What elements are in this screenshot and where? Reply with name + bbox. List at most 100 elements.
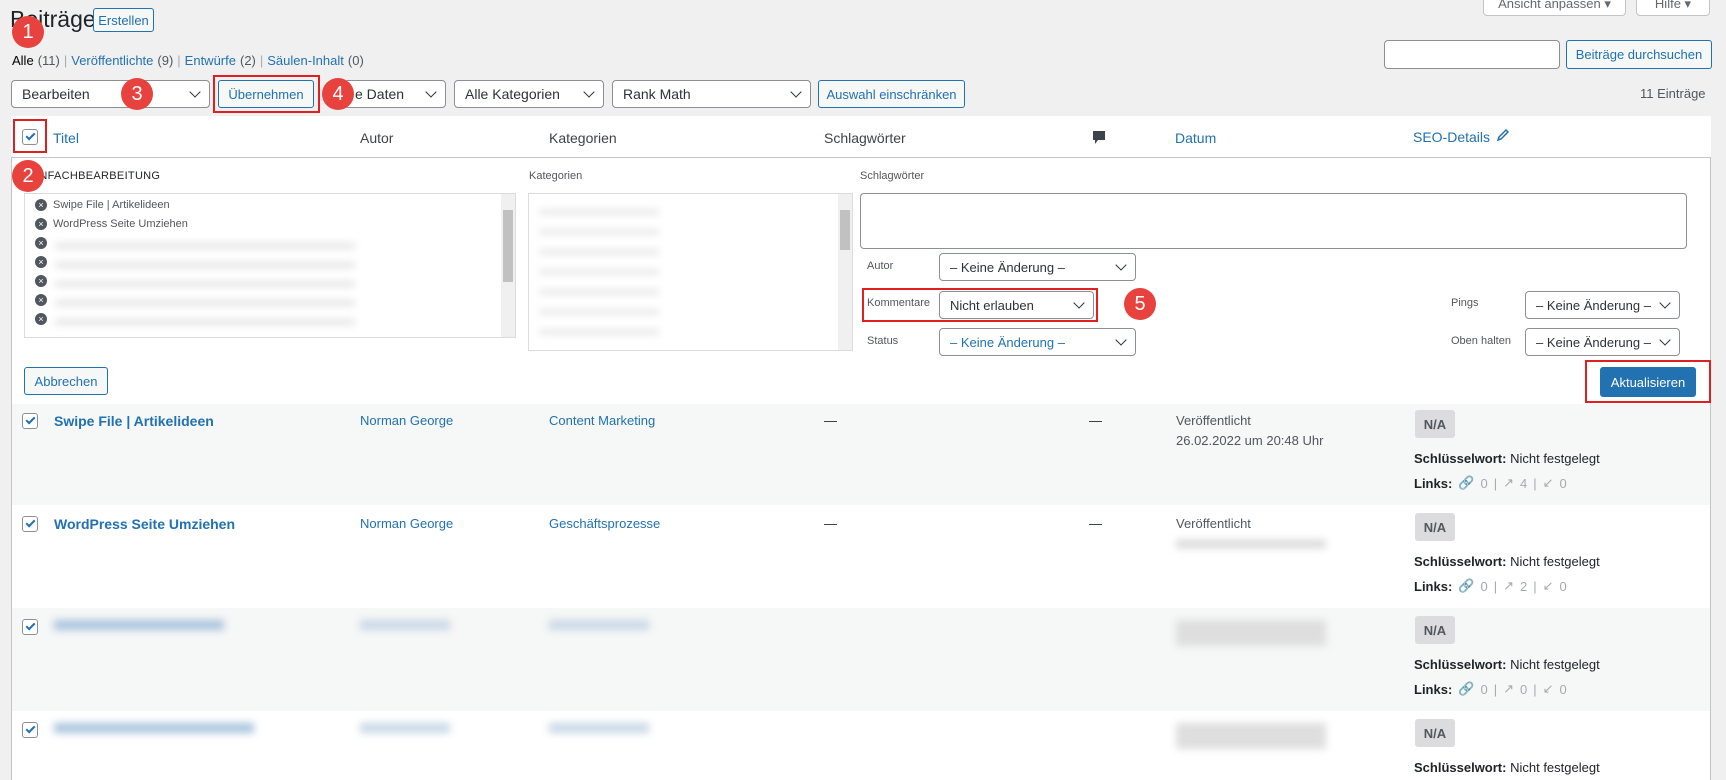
row-tags: — xyxy=(824,516,837,531)
row-status: Veröffentlicht xyxy=(1176,516,1251,531)
column-seo-details[interactable]: SEO-Details xyxy=(1413,128,1510,145)
remove-icon[interactable]: × xyxy=(35,237,47,249)
date-filter-value: e Daten xyxy=(355,86,405,102)
bulk-edit-post-list[interactable]: × Swipe File | Artikelideen × WordPress … xyxy=(24,193,516,338)
row-checkbox[interactable] xyxy=(22,619,38,635)
screen-options-button[interactable]: Ansicht anpassen ▾ xyxy=(1483,0,1626,16)
bulk-action-select[interactable]: Bearbeiten xyxy=(11,80,210,108)
internal-links-count: 0 xyxy=(1480,475,1488,491)
remove-icon[interactable]: × xyxy=(35,294,47,306)
search-posts-button[interactable]: Beiträge durchsuchen xyxy=(1566,40,1712,69)
bulk-tags-input[interactable] xyxy=(860,193,1687,249)
create-post-button[interactable]: Erstellen xyxy=(93,8,154,32)
blurred-date xyxy=(1176,540,1326,548)
row-status: Veröffentlicht xyxy=(1176,413,1251,428)
bulk-post-item: WordPress Seite Umziehen xyxy=(53,218,188,230)
row-title[interactable]: Swipe File | Artikelideen xyxy=(54,413,214,429)
chevron-down-icon xyxy=(425,86,437,98)
row-author[interactable]: Norman George xyxy=(360,413,453,428)
chevron-down-icon xyxy=(1659,334,1671,346)
date-filter-select[interactable]: e Daten xyxy=(344,80,446,108)
bulk-tags-label: Schlagwörter xyxy=(860,170,925,182)
filter-all[interactable]: Alle xyxy=(12,53,34,68)
bulk-author-select[interactable]: – Keine Änderung – xyxy=(939,253,1136,281)
row-category[interactable]: Geschäftsprozesse xyxy=(549,516,660,531)
keyword-value: Nicht festgelegt xyxy=(1510,657,1600,672)
comment-bubble-icon[interactable] xyxy=(1092,130,1106,149)
row-author[interactable]: Norman George xyxy=(360,516,453,531)
row-checkbox[interactable] xyxy=(22,722,38,738)
filter-published-count: (9) xyxy=(157,53,174,68)
keyword-value: Nicht festgelegt xyxy=(1510,451,1600,466)
row-checkbox[interactable] xyxy=(22,413,38,429)
filter-drafts[interactable]: Entwürfe xyxy=(185,53,236,68)
seo-filter-select[interactable]: Rank Math xyxy=(612,80,811,108)
cancel-button[interactable]: Abbrechen xyxy=(24,367,108,395)
filter-button[interactable]: Auswahl einschränken xyxy=(818,80,965,108)
row-keyword: Schlüsselwort: Nicht festgelegt xyxy=(1414,657,1600,672)
seo-filter-value: Rank Math xyxy=(623,86,691,102)
annotation-badge-5: 5 xyxy=(1124,288,1156,320)
filter-all-count: (11) xyxy=(37,53,60,68)
remove-icon[interactable]: × xyxy=(35,275,47,287)
chevron-down-icon xyxy=(1115,334,1127,346)
blurred-row-content xyxy=(54,723,254,733)
row-title[interactable]: WordPress Seite Umziehen xyxy=(54,516,235,532)
filter-published[interactable]: Veröffentlichte xyxy=(71,53,153,68)
bulk-post-item: Swipe File | Artikelideen xyxy=(53,199,170,211)
row-keyword: Schlüsselwort: Nicht festgelegt xyxy=(1414,451,1600,466)
links-label: Links: xyxy=(1414,681,1453,697)
annotation-badge-4: 4 xyxy=(322,78,354,110)
external-link-icon: ↗ xyxy=(1503,681,1515,696)
column-title[interactable]: Titel xyxy=(53,130,79,146)
scrollbar[interactable] xyxy=(838,194,852,350)
links-label: Links: xyxy=(1414,475,1453,491)
row-comments: — xyxy=(1089,413,1102,428)
annotation-badge-3: 3 xyxy=(121,78,153,110)
column-tags: Schlagwörter xyxy=(824,130,906,146)
column-date[interactable]: Datum xyxy=(1175,130,1216,146)
remove-icon[interactable]: × xyxy=(35,218,47,230)
checkmark-icon xyxy=(25,414,35,425)
bulk-author-label: Autor xyxy=(867,260,894,272)
blurred-row-content xyxy=(360,620,450,630)
item-count: 11 Einträge xyxy=(1640,86,1706,101)
keyword-label: Schlüsselwort: xyxy=(1414,657,1507,672)
blurred-row-content xyxy=(549,723,649,733)
bulk-edit-heading: INFACHBEARBEITUNG xyxy=(36,170,161,182)
remove-icon[interactable]: × xyxy=(35,313,47,325)
row-keyword: Schlüsselwort: Nicht festgelegt xyxy=(1414,760,1600,775)
bulk-categories-list[interactable] xyxy=(528,193,853,351)
row-category[interactable]: Content Marketing xyxy=(549,413,655,428)
scrollbar[interactable] xyxy=(501,194,515,337)
search-input[interactable] xyxy=(1384,40,1560,69)
external-links-count: 4 xyxy=(1520,475,1528,491)
bulk-pings-label: Pings xyxy=(1451,297,1479,309)
blurred-category-list xyxy=(539,202,659,342)
row-checkbox[interactable] xyxy=(22,516,38,532)
category-filter-select[interactable]: Alle Kategorien xyxy=(454,80,604,108)
apply-highlight-box xyxy=(213,75,320,113)
bulk-author-value: – Keine Änderung – xyxy=(950,259,1065,275)
remove-icon[interactable]: × xyxy=(35,256,47,268)
pencil-icon[interactable] xyxy=(1496,128,1510,145)
bulk-pings-select[interactable]: – Keine Änderung – xyxy=(1525,291,1680,319)
blurred-post-list xyxy=(55,238,355,333)
bulk-sticky-select[interactable]: – Keine Änderung – xyxy=(1525,328,1680,356)
seo-score-badge: N/A xyxy=(1415,616,1455,644)
blurred-row-content xyxy=(1176,620,1326,646)
internal-link-icon: 🔗 xyxy=(1458,578,1475,593)
chevron-down-icon xyxy=(790,86,802,98)
incoming-link-icon: ↙ xyxy=(1542,681,1554,696)
remove-icon[interactable]: × xyxy=(35,199,47,211)
help-button[interactable]: Hilfe ▾ xyxy=(1636,0,1710,16)
chevron-down-icon xyxy=(1115,259,1127,271)
external-links-count: 2 xyxy=(1520,578,1528,594)
row-tags: — xyxy=(824,413,837,428)
annotation-badge-1: 1 xyxy=(12,16,44,48)
row-links: Links: 🔗 0 | ↗ 4 | ↙ 0 xyxy=(1414,475,1567,491)
filter-columns[interactable]: Säulen-Inhalt xyxy=(267,53,344,68)
row-comments: — xyxy=(1089,516,1102,531)
bulk-status-label: Status xyxy=(867,335,899,347)
bulk-status-select[interactable]: – Keine Änderung – xyxy=(939,328,1136,356)
